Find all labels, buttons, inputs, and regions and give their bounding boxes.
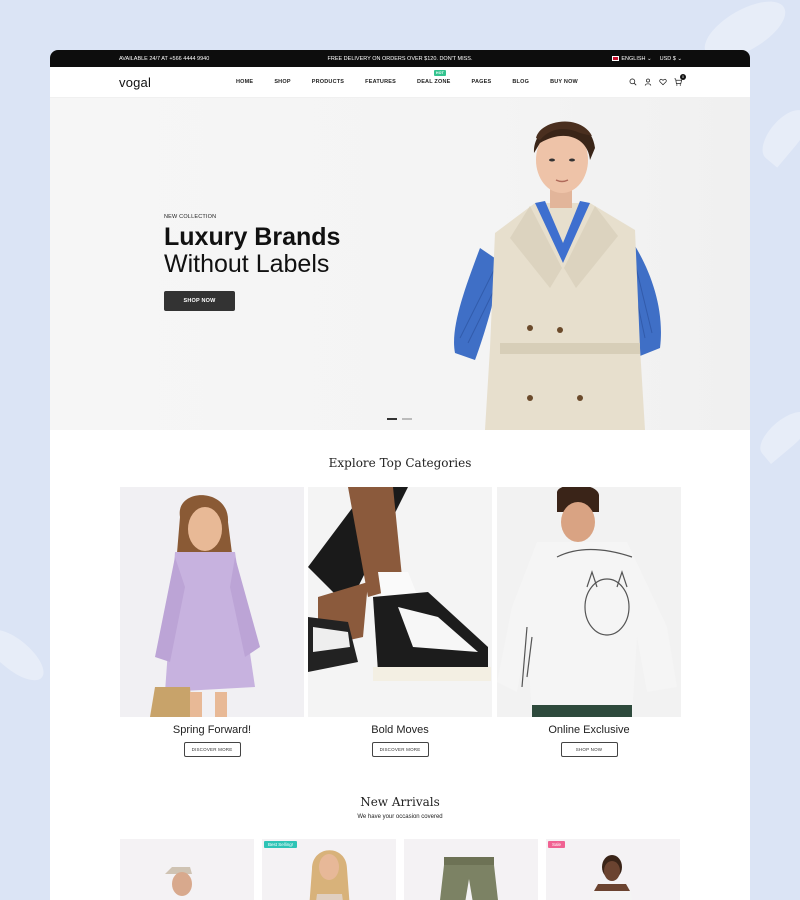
background-leaf-decoration bbox=[754, 102, 800, 168]
hero-text-block: NEW COLLECTION Luxury Brands Without Lab… bbox=[164, 214, 340, 311]
product-card[interactable]: Sale bbox=[546, 839, 680, 900]
nav-item-products[interactable]: PRODUCTS bbox=[312, 79, 344, 85]
hot-badge: HOT bbox=[434, 70, 447, 76]
product-image bbox=[165, 867, 192, 896]
hero-eyebrow: NEW COLLECTION bbox=[164, 214, 217, 220]
user-icon[interactable] bbox=[644, 78, 652, 86]
background-leaf-decoration bbox=[753, 403, 800, 465]
nav-item-shop[interactable]: SHOP bbox=[274, 79, 290, 85]
category-label: Online Exclusive bbox=[548, 724, 630, 736]
category-label: Bold Moves bbox=[371, 724, 429, 736]
discover-more-button[interactable]: DISCOVER MORE bbox=[183, 742, 241, 757]
category-label: Spring Forward! bbox=[172, 724, 252, 736]
nav-item-buy-now[interactable]: BUY NOW bbox=[550, 79, 578, 85]
sale-badge: Sale bbox=[548, 841, 566, 848]
category-card[interactable]: Bold Moves DISCOVER MORE bbox=[308, 487, 492, 757]
product-card[interactable] bbox=[404, 839, 538, 900]
shop-now-button[interactable]: SHOP NOW bbox=[560, 742, 618, 757]
new-arrivals-title: New Arrivals bbox=[360, 795, 440, 809]
nav-item-pages[interactable]: PAGES bbox=[472, 79, 492, 85]
discover-more-button[interactable]: DISCOVER MORE bbox=[371, 742, 429, 757]
category-card[interactable]: Spring Forward! DISCOVER MORE bbox=[120, 487, 304, 757]
website-frame: AVAILABLE 24/7 AT +566 4444 9940 FREE DE… bbox=[50, 50, 750, 900]
product-image bbox=[591, 855, 633, 900]
category-image-sneakers bbox=[308, 487, 492, 717]
product-image bbox=[440, 857, 498, 900]
promo-text: FREE DELIVERY ON ORDERS OVER $120. DON'T… bbox=[327, 55, 473, 62]
best-selling-badge: Best Selling! bbox=[264, 841, 298, 848]
hero-title-line2: Without Labels bbox=[164, 250, 330, 278]
header-icons: 0 bbox=[629, 74, 686, 86]
main-navigation: vogal HOME SHOP PRODUCTS FEATURES DEAL Z… bbox=[50, 67, 750, 98]
product-card[interactable]: Best Selling! bbox=[262, 839, 396, 900]
categories-section-title: Explore Top Categories bbox=[328, 456, 472, 470]
slider-pagination bbox=[387, 418, 412, 420]
slider-dot[interactable] bbox=[402, 418, 412, 420]
category-image-spring bbox=[120, 487, 304, 717]
heart-icon[interactable] bbox=[659, 78, 667, 86]
top-announcement-bar: AVAILABLE 24/7 AT +566 4444 9940 FREE DE… bbox=[50, 50, 750, 67]
category-card[interactable]: Online Exclusive SHOP NOW bbox=[497, 487, 681, 757]
nav-item-blog[interactable]: BLOG bbox=[512, 79, 529, 85]
product-card[interactable] bbox=[120, 839, 254, 900]
background-leaf-decoration bbox=[0, 621, 52, 689]
site-logo[interactable]: vogal bbox=[119, 75, 151, 90]
hero-title-line1: Luxury Brands bbox=[164, 223, 341, 251]
hero-shop-now-button[interactable]: SHOP NOW bbox=[164, 291, 235, 311]
cart-count-badge: 0 bbox=[680, 74, 686, 80]
product-image bbox=[309, 850, 350, 900]
new-arrivals-subtitle: We have your occasion covered bbox=[357, 814, 443, 820]
nav-item-features[interactable]: FEATURES bbox=[365, 79, 396, 85]
hero-banner: NEW COLLECTION Luxury Brands Without Lab… bbox=[50, 98, 750, 430]
menu: HOME SHOP PRODUCTS FEATURES DEAL ZONE HOT… bbox=[236, 70, 599, 85]
search-icon[interactable] bbox=[629, 78, 637, 86]
category-image-online-exclusive bbox=[497, 487, 681, 717]
nav-item-deal-zone[interactable]: DEAL ZONE HOT bbox=[417, 70, 450, 85]
slider-dot-active[interactable] bbox=[387, 418, 397, 420]
cart-icon[interactable]: 0 bbox=[674, 74, 686, 86]
hero-model-image bbox=[454, 121, 661, 430]
nav-item-home[interactable]: HOME bbox=[236, 79, 253, 85]
